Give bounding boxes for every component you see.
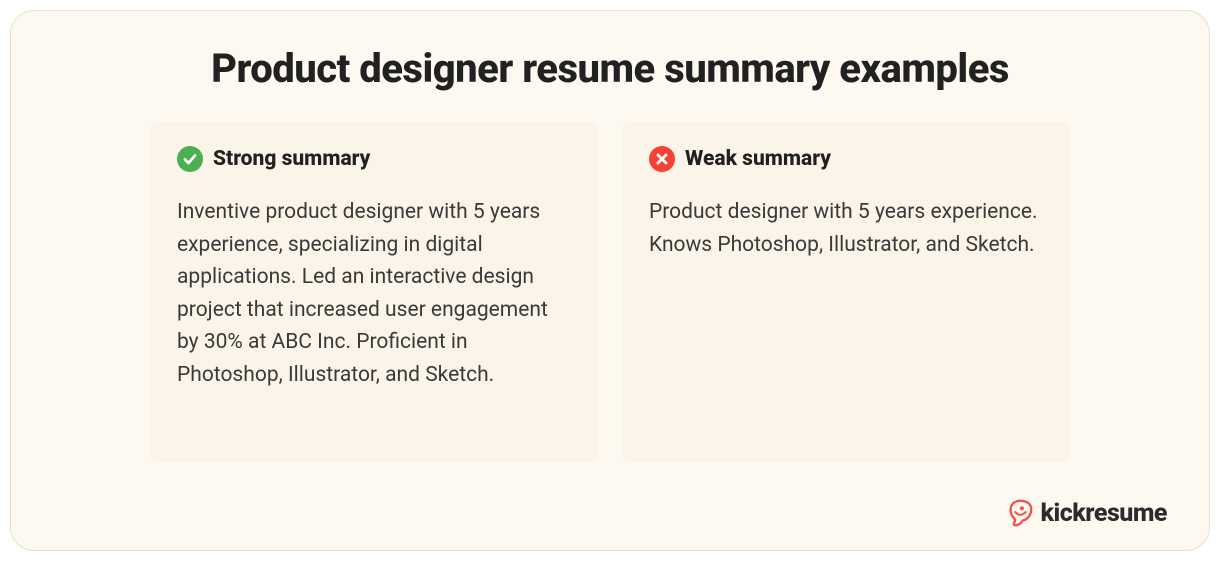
check-icon	[177, 146, 203, 172]
strong-body: Inventive product designer with 5 years …	[177, 196, 571, 391]
info-card: Product designer resume summary examples…	[10, 10, 1210, 551]
card-title: Product designer resume summary examples	[61, 45, 1159, 92]
strong-summary-box: Strong summary Inventive product designe…	[149, 122, 599, 462]
brand: kickresume	[1005, 498, 1167, 528]
brand-logo-icon	[1005, 498, 1035, 528]
weak-body: Product designer with 5 years experience…	[649, 196, 1043, 261]
cross-icon	[649, 146, 675, 172]
summary-boxes: Strong summary Inventive product designe…	[61, 122, 1159, 462]
strong-header: Strong summary	[177, 146, 571, 172]
weak-summary-box: Weak summary Product designer with 5 yea…	[621, 122, 1071, 462]
weak-label: Weak summary	[685, 147, 831, 171]
weak-header: Weak summary	[649, 146, 1043, 172]
brand-name: kickresume	[1041, 499, 1167, 528]
strong-label: Strong summary	[213, 147, 370, 171]
